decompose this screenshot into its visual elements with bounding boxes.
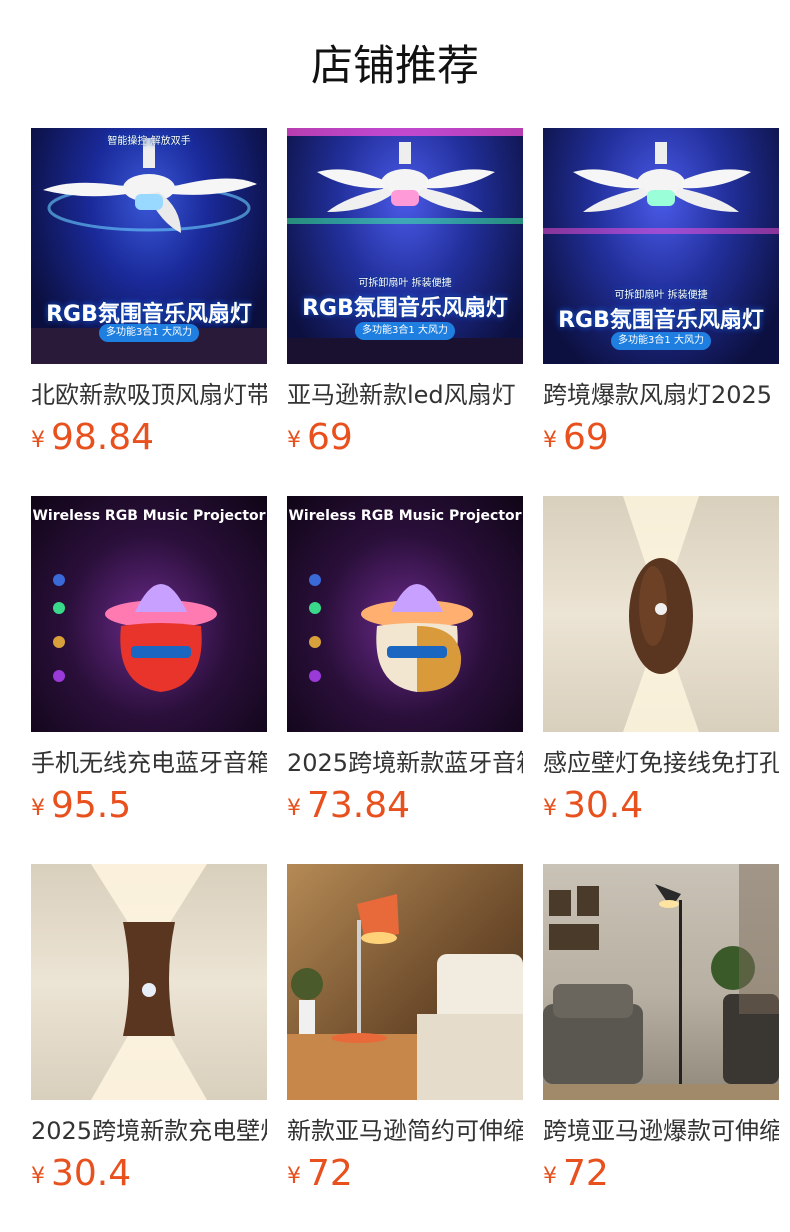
price-amount: 30.4: [51, 1153, 132, 1194]
product-price: ¥30.4: [543, 786, 643, 826]
price-amount: 98.84: [51, 417, 155, 458]
product-price: ¥30.4: [31, 1154, 131, 1194]
projector-speaker-icon: [53, 574, 217, 692]
product-image[interactable]: Wireless RGB Music Projector: [287, 496, 523, 732]
product-price: ¥72: [287, 1154, 353, 1194]
product-name[interactable]: 2025跨境新款蓝牙音箱: [287, 746, 523, 780]
product-subtitle: 多功能3合1 大风力: [99, 324, 199, 342]
product-card[interactable]: 智能操控 解放双手 RGB氛围音乐风扇灯 多功能3合1 大风力 北欧新款吸顶风扇…: [31, 128, 267, 458]
product-banner: RGB氛围音乐风扇灯: [558, 308, 764, 333]
price-amount: 73.84: [307, 785, 411, 826]
product-banner: Wireless RGB Music Projector: [288, 508, 522, 524]
product-name[interactable]: 跨境爆款风扇灯2025: [543, 378, 779, 412]
product-image[interactable]: 可拆卸扇叶 拆装便捷 RGB氛围音乐风扇灯 多功能3合1 大风力: [287, 128, 523, 364]
floor-lamp-icon: [543, 864, 779, 1100]
product-banner: Wireless RGB Music Projector: [32, 508, 266, 524]
product-card[interactable]: 2025跨境新款充电壁灯 ¥30.4: [31, 864, 267, 1194]
product-name[interactable]: 感应壁灯免接线免打孔: [543, 746, 779, 780]
price-amount: 72: [563, 1153, 609, 1194]
currency-symbol: ¥: [31, 428, 45, 453]
currency-symbol: ¥: [287, 428, 301, 453]
page-title: 店铺推荐: [310, 41, 479, 90]
wall-lamp-icon: [91, 864, 207, 1100]
product-image[interactable]: 智能操控 解放双手 RGB氛围音乐风扇灯 多功能3合1 大风力: [31, 128, 267, 364]
product-image[interactable]: Wireless RGB Music Projector: [31, 496, 267, 732]
currency-symbol: ¥: [543, 796, 557, 821]
product-name[interactable]: 2025跨境新款充电壁灯: [31, 1114, 267, 1148]
currency-symbol: ¥: [543, 428, 557, 453]
product-card[interactable]: Wireless RGB Music Projector 手机无线充电蓝牙音箱 …: [31, 496, 267, 826]
product-image[interactable]: 可拆卸扇叶 拆装便捷 RGB氛围音乐风扇灯 多功能3合1 大风力: [543, 128, 779, 364]
product-price: ¥98.84: [31, 418, 154, 458]
product-card[interactable]: 新款亚马逊简约可伸缩 ¥72: [287, 864, 523, 1194]
product-card[interactable]: 跨境亚马逊爆款可伸缩 ¥72: [543, 864, 779, 1194]
currency-symbol: ¥: [543, 1164, 557, 1189]
price-amount: 30.4: [563, 785, 644, 826]
product-name[interactable]: 跨境亚马逊爆款可伸缩: [543, 1114, 779, 1148]
product-tagline: 可拆卸扇叶 拆装便捷: [614, 290, 708, 301]
product-price: ¥69: [287, 418, 353, 458]
desk-lamp-icon: [287, 894, 523, 1100]
product-name[interactable]: 新款亚马逊简约可伸缩: [287, 1114, 523, 1148]
product-subtitle: 多功能3合1 大风力: [355, 322, 455, 340]
currency-symbol: ¥: [31, 1164, 45, 1189]
product-price: ¥73.84: [287, 786, 410, 826]
price-amount: 72: [307, 1153, 353, 1194]
product-name[interactable]: 北欧新款吸顶风扇灯带: [31, 378, 267, 412]
product-name[interactable]: 手机无线充电蓝牙音箱: [31, 746, 267, 780]
product-name[interactable]: 亚马逊新款led风扇灯: [287, 378, 523, 412]
projector-speaker-icon: [309, 574, 473, 692]
product-image[interactable]: [287, 864, 523, 1100]
product-subtitle: 多功能3合1 大风力: [611, 332, 711, 350]
price-amount: 69: [563, 417, 609, 458]
product-tagline: 智能操控 解放双手: [107, 136, 191, 147]
currency-symbol: ¥: [31, 796, 45, 821]
product-price: ¥95.5: [31, 786, 131, 826]
price-amount: 95.5: [51, 785, 132, 826]
currency-symbol: ¥: [287, 1164, 301, 1189]
product-image[interactable]: [543, 864, 779, 1100]
product-image[interactable]: [31, 864, 267, 1100]
product-card[interactable]: 可拆卸扇叶 拆装便捷 RGB氛围音乐风扇灯 多功能3合1 大风力 亚马逊新款le…: [287, 128, 523, 458]
product-banner: RGB氛围音乐风扇灯: [302, 296, 508, 321]
product-image[interactable]: [543, 496, 779, 732]
wall-lamp-icon: [623, 496, 699, 732]
price-amount: 69: [307, 417, 353, 458]
product-price: ¥72: [543, 1154, 609, 1194]
product-card[interactable]: 可拆卸扇叶 拆装便捷 RGB氛围音乐风扇灯 多功能3合1 大风力 跨境爆款风扇灯…: [543, 128, 779, 458]
product-card[interactable]: Wireless RGB Music Projector 2025跨境新款蓝牙音…: [287, 496, 523, 826]
product-price: ¥69: [543, 418, 609, 458]
product-tagline: 可拆卸扇叶 拆装便捷: [358, 278, 452, 289]
product-card[interactable]: 感应壁灯免接线免打孔 ¥30.4: [543, 496, 779, 826]
currency-symbol: ¥: [287, 796, 301, 821]
